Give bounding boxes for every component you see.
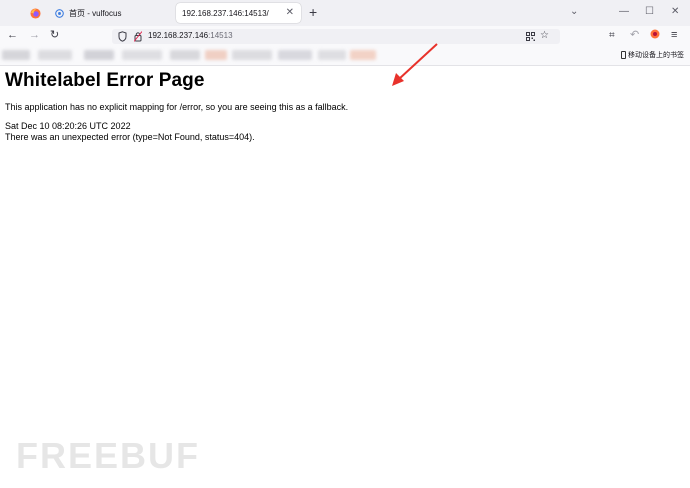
insecure-lock-icon[interactable] (134, 31, 142, 42)
blurred-bookmark[interactable] (350, 50, 376, 60)
error-message: This application has no explicit mapping… (5, 102, 349, 112)
page-content: Whitelabel Error Page This application h… (5, 68, 348, 143)
forward-button[interactable]: → (29, 28, 40, 43)
url-host: 192.168.237.146 (148, 31, 209, 40)
tab-bar: 首页 - vulfocus 192.168.237.146:14513/ ✕ +… (0, 0, 690, 26)
mobile-bookmarks-label: 移动设备上的书签 (628, 52, 684, 59)
avatar-icon (650, 29, 660, 39)
tab-label: 首页 - vulfocus (69, 8, 122, 18)
blurred-bookmark[interactable] (232, 50, 272, 60)
tab-label: 192.168.237.146:14513/ (182, 8, 269, 18)
reload-button[interactable]: ↻ (50, 28, 59, 43)
address-bar[interactable]: 192.168.237.146:14513 ☆ (112, 29, 560, 44)
page-title: Whitelabel Error Page (5, 70, 205, 91)
close-window-button[interactable]: ✕ (671, 5, 679, 19)
screenshot-crop-icon[interactable]: ⌗ (609, 28, 615, 43)
list-tabs-icon[interactable]: ⌄ (570, 5, 578, 19)
url-text[interactable]: 192.168.237.146:14513 (148, 31, 233, 40)
firefox-view-button[interactable] (24, 4, 46, 22)
shield-icon[interactable] (118, 31, 127, 42)
qr-code-icon[interactable] (526, 32, 535, 41)
firefox-icon (29, 7, 41, 19)
error-detail: There was an unexpected error (type=Not … (5, 132, 255, 142)
tab-vulfocus[interactable]: 首页 - vulfocus (49, 3, 169, 23)
blurred-bookmark[interactable] (318, 50, 346, 60)
back-button[interactable]: ← (7, 28, 18, 43)
blurred-bookmark[interactable] (2, 50, 30, 60)
nav-bar: ← → ↻ 192.168.237.146:14513 ☆ ⌗ ↶ ≡ (0, 26, 690, 46)
account-avatar-icon[interactable] (650, 29, 660, 44)
blurred-bookmark[interactable] (122, 50, 162, 60)
maximize-button[interactable]: ☐ (645, 5, 654, 19)
error-timestamp: Sat Dec 10 08:20:26 UTC 2022 (5, 121, 131, 131)
red-arrow-annotation (392, 43, 438, 86)
menu-hamburger-icon[interactable]: ≡ (671, 28, 677, 43)
undo-icon[interactable]: ↶ (630, 28, 639, 43)
bookmarks-toolbar: 移动设备上的书签 (0, 46, 690, 66)
url-port: :14513 (208, 31, 233, 40)
freebuf-watermark: FREEBUF (16, 435, 200, 476)
bookmark-star-icon[interactable]: ☆ (540, 29, 549, 43)
globe-icon (55, 8, 64, 18)
blurred-bookmark[interactable] (278, 50, 312, 60)
blurred-bookmark[interactable] (205, 50, 227, 60)
minimize-button[interactable]: — (619, 5, 629, 19)
blurred-bookmark[interactable] (38, 50, 72, 60)
close-tab-icon[interactable]: ✕ (286, 7, 294, 18)
blurred-bookmark[interactable] (84, 50, 114, 60)
blurred-bookmark[interactable] (170, 50, 200, 60)
phone-icon (621, 51, 626, 59)
tab-error-page[interactable]: 192.168.237.146:14513/ ✕ (176, 3, 301, 23)
new-tab-button[interactable]: + (309, 4, 317, 20)
mobile-bookmarks[interactable]: 移动设备上的书签 (621, 50, 684, 60)
